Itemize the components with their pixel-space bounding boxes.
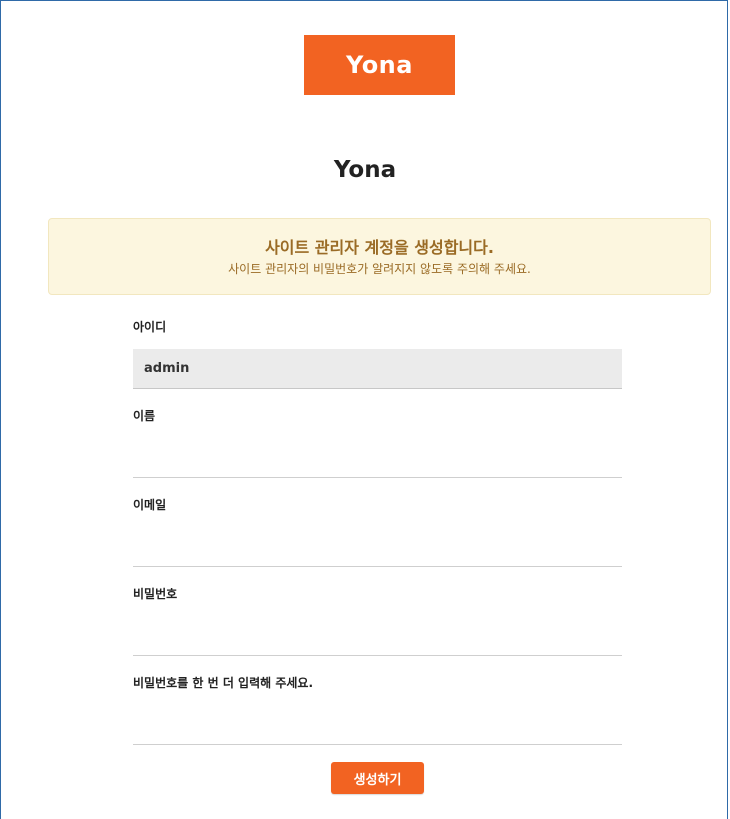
notice-description: 사이트 관리자의 비밀번호가 알려지지 않도록 주의해 주세요. bbox=[228, 262, 531, 276]
yona-logo[interactable]: Yona bbox=[304, 35, 455, 95]
page-frame bbox=[0, 0, 728, 819]
password-confirm-label: 비밀번호를 한 번 더 입력해 주세요. bbox=[133, 676, 314, 690]
username-input[interactable] bbox=[133, 349, 622, 389]
notice-title: 사이트 관리자 계정을 생성합니다. bbox=[265, 238, 494, 257]
create-account-button[interactable]: 생성하기 bbox=[331, 762, 424, 794]
name-input[interactable] bbox=[133, 438, 622, 478]
password-confirm-input[interactable] bbox=[133, 705, 622, 745]
page-title: Yona bbox=[333, 157, 397, 183]
notice-alert: 사이트 관리자 계정을 생성합니다. 사이트 관리자의 비밀번호가 알려지지 않… bbox=[48, 218, 711, 295]
password-input[interactable] bbox=[133, 616, 622, 656]
name-label: 이름 bbox=[133, 409, 156, 423]
username-label: 아이디 bbox=[133, 320, 167, 334]
password-label: 비밀번호 bbox=[133, 587, 178, 601]
email-label: 이메일 bbox=[133, 498, 167, 512]
logo-text: Yona bbox=[346, 51, 413, 79]
email-input[interactable] bbox=[133, 527, 622, 567]
